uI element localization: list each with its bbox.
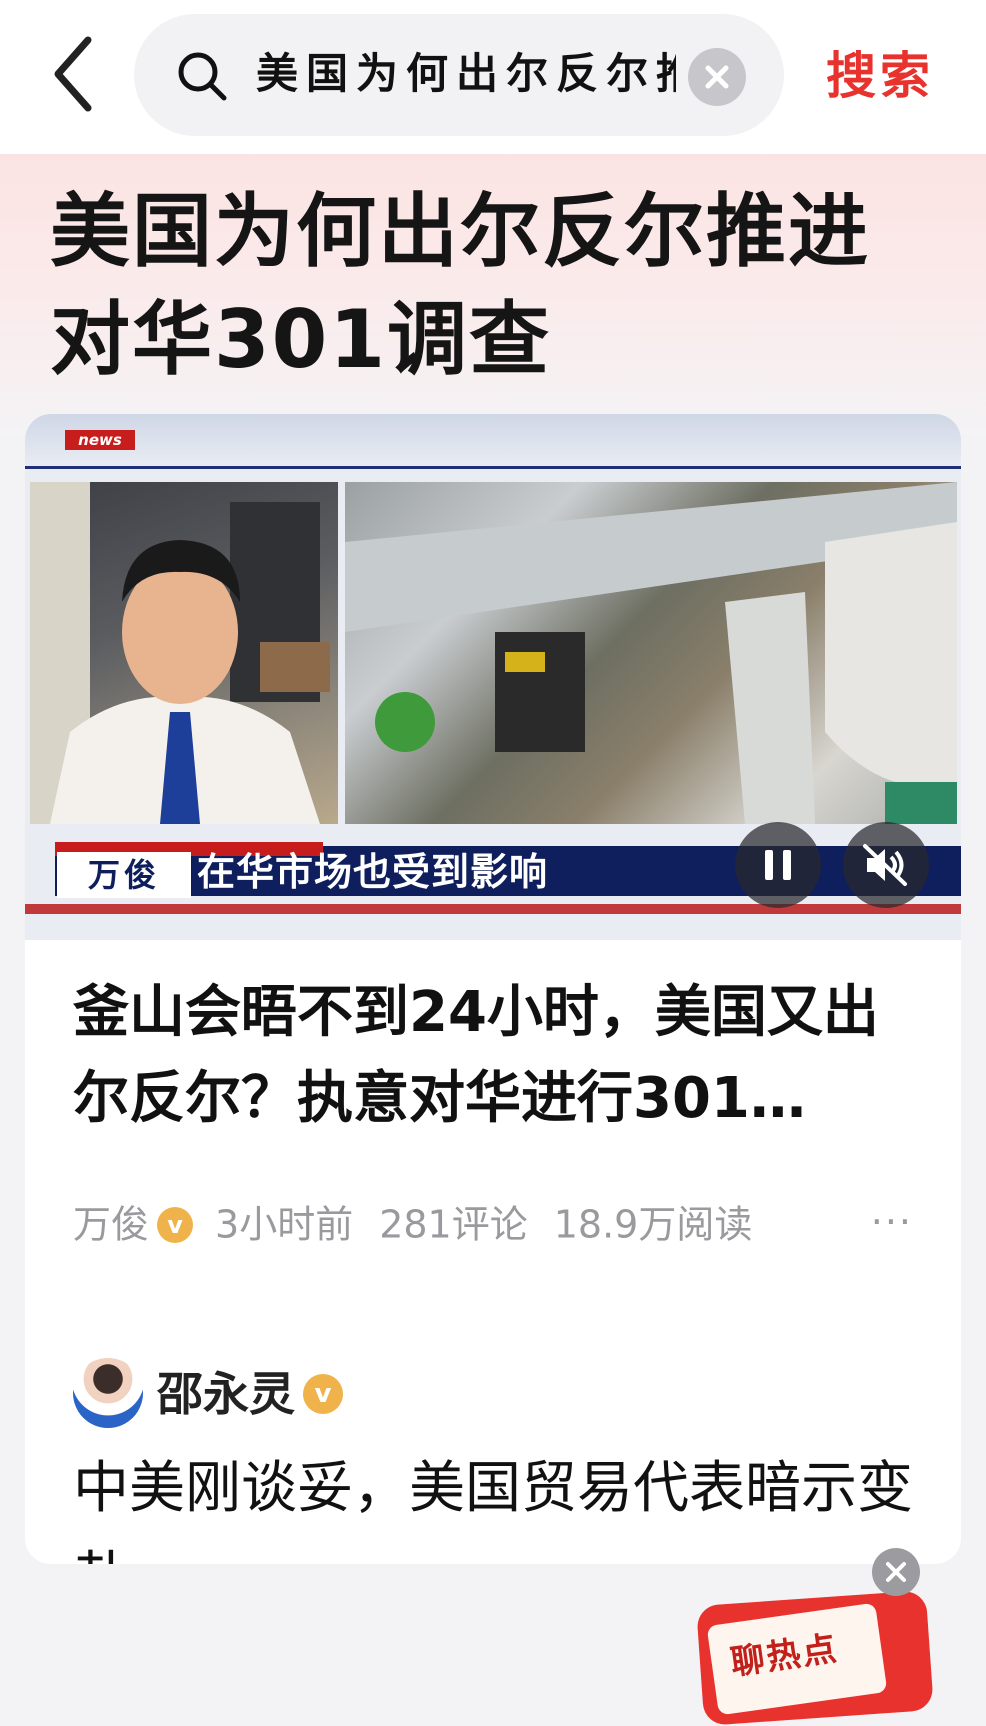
top-bar: 美国为何出尔反尔推进对华301调查 搜索 [0,0,986,154]
pause-icon [765,850,791,880]
close-icon [705,65,729,89]
news-logo: news [65,430,135,450]
article-title[interactable]: 中美刚谈妥，美国贸易代表暗示变卦 [73,1444,913,1564]
publish-time: 3小时前 [215,1202,354,1247]
back-arrow-icon[interactable] [48,34,108,114]
author-name[interactable]: 万俊 [73,1203,149,1247]
author-name[interactable]: 邵永灵 [157,1358,295,1430]
mute-button[interactable] [843,822,929,908]
article-title[interactable]: 釜山会晤不到24小时，美国又出尔反尔？执意对华进行301… [73,970,913,1142]
verified-badge-icon: v [157,1206,194,1243]
video-caption: 在华市场也受到影响 [197,849,549,894]
video-aircraft-frame [345,482,957,824]
article-card[interactable]: news 万俊 在华市场也受到影响 釜山会晤不到24小时，美国又出尔反尔？执意对… [25,414,961,1564]
video-divider [25,466,961,469]
topic-header: 美国为何出尔反尔推进对华301调查 [0,154,986,434]
speaker-name-tag: 万俊 [57,852,191,898]
search-icon [174,48,230,104]
verified-badge-icon: v [303,1374,343,1414]
video-anchor-frame [30,482,338,824]
muted-speaker-icon [863,844,907,886]
article-meta: 万俊 v 3小时前 281评论 18.9万阅读 ··· [73,1192,913,1252]
search-button[interactable]: 搜索 [826,36,934,116]
more-options-icon[interactable]: ··· [871,1192,913,1252]
close-widget-button[interactable] [872,1548,920,1596]
search-query-text[interactable]: 美国为何出尔反尔推进对华301调查 [256,44,676,104]
avatar[interactable] [73,1358,143,1428]
video-player[interactable]: news 万俊 在华市场也受到影响 [25,414,961,940]
close-icon [886,1562,906,1582]
comment-count: 281评论 [379,1202,528,1247]
pause-button[interactable] [735,822,821,908]
read-count: 18.9万阅读 [553,1202,753,1247]
search-input[interactable]: 美国为何出尔反尔推进对华301调查 [134,14,784,136]
page-title: 美国为何出尔反尔推进对华301调查 [50,185,870,386]
clear-search-button[interactable] [688,48,746,106]
